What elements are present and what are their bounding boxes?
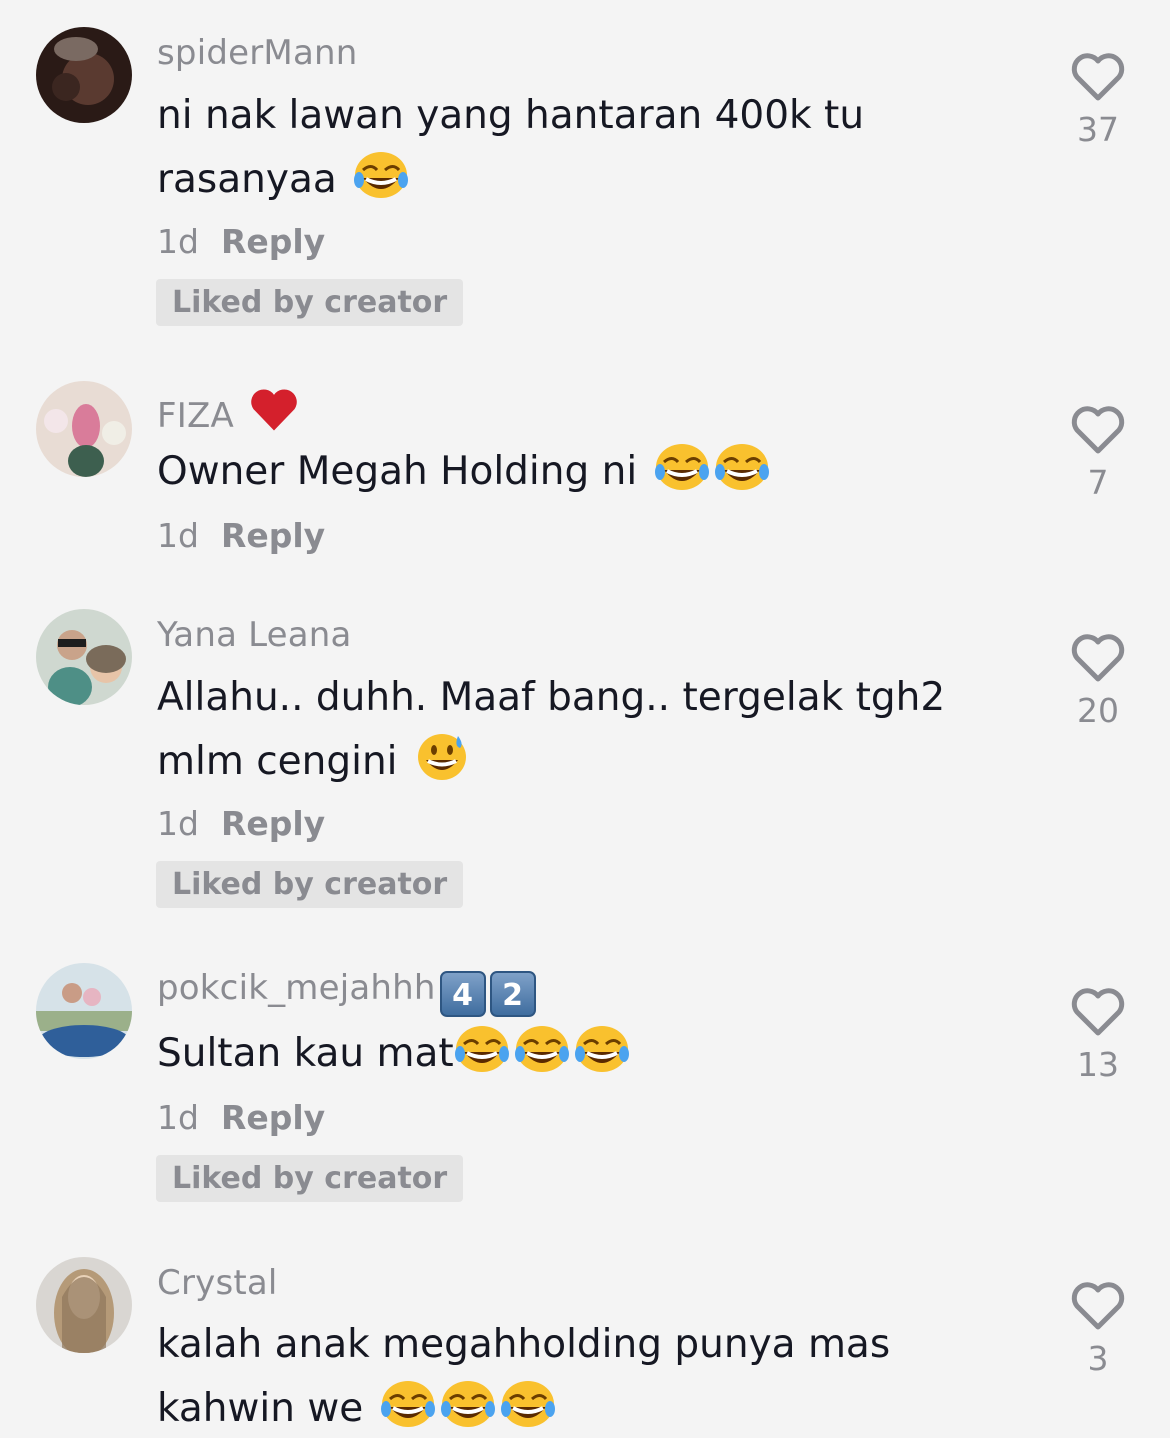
comment-text-line: kahwin we xyxy=(157,1377,1017,1438)
comment-username[interactable]: Yana Leana xyxy=(157,615,352,655)
like-count: 3 xyxy=(1087,1339,1109,1378)
like-area: 3 xyxy=(1060,1281,1136,1378)
comment-time: 1d xyxy=(157,222,199,261)
comment-text-fragment: Sultan kau mat xyxy=(157,1031,454,1076)
comment-username[interactable]: Crystal xyxy=(157,1263,278,1303)
user-avatar[interactable] xyxy=(36,963,132,1059)
comment-text-line: Allahu.. duhh. Maaf bang.. tergelak tgh2 xyxy=(157,675,946,720)
comment-username-text: FIZA xyxy=(157,396,234,436)
comment-text-fragment: mlm cengini xyxy=(157,739,398,784)
like-area: 7 xyxy=(1060,405,1136,502)
comment-text-fragment: Owner Megah Holding ni xyxy=(157,449,638,494)
like-count: 20 xyxy=(1077,691,1119,730)
comment-text-line: mlm cengini xyxy=(157,730,1017,794)
comment-text-line: rasanyaa xyxy=(157,148,1017,212)
comment-meta: 1d Reply xyxy=(157,516,325,555)
liked-by-creator-badge: Liked by creator xyxy=(156,861,464,908)
comment-text: Allahu.. duhh. Maaf bang.. tergelak tgh2… xyxy=(157,666,1017,794)
like-count: 37 xyxy=(1077,110,1119,149)
laughing-emoji-icon xyxy=(500,1379,556,1429)
user-avatar[interactable] xyxy=(36,609,132,705)
heart-outline-icon[interactable] xyxy=(1070,52,1126,102)
keycap-two-icon: 2 xyxy=(489,971,536,1017)
comment-username-text: pokcik_mejahhh xyxy=(157,968,436,1008)
comment-text-line: kalah anak megahholding punya mas xyxy=(157,1322,891,1367)
heart-outline-icon[interactable] xyxy=(1070,1281,1126,1331)
comment-text: Owner Megah Holding ni xyxy=(157,440,1017,504)
like-area: 20 xyxy=(1060,633,1136,730)
laughing-emoji-icon xyxy=(574,1024,630,1074)
laughing-emoji-icon xyxy=(454,1024,510,1074)
liked-by-creator-badge: Liked by creator xyxy=(156,279,464,326)
reply-button[interactable]: Reply xyxy=(221,804,325,843)
heart-outline-icon[interactable] xyxy=(1070,405,1126,455)
comment-text: Sultan kau mat xyxy=(157,1022,1017,1086)
laughing-emoji-icon xyxy=(380,1379,436,1429)
like-count: 13 xyxy=(1077,1045,1119,1084)
user-avatar[interactable] xyxy=(36,27,132,123)
keycap-four-icon: 4 xyxy=(439,971,486,1017)
reply-button[interactable]: Reply xyxy=(221,1098,325,1137)
comment-meta: 1d Reply xyxy=(157,222,325,261)
comment-time: 1d xyxy=(157,1098,199,1137)
comment-meta: 1d Reply xyxy=(157,804,325,843)
comment-time: 1d xyxy=(157,804,199,843)
laughing-emoji-icon xyxy=(714,442,770,492)
reply-button[interactable]: Reply xyxy=(221,516,325,555)
laughing-emoji-icon xyxy=(514,1024,570,1074)
heart-outline-icon[interactable] xyxy=(1070,987,1126,1037)
grinning-sweat-emoji-icon xyxy=(414,732,470,782)
liked-by-creator-badge: Liked by creator xyxy=(156,1155,464,1202)
comment-text-fragment: rasanyaa xyxy=(157,157,337,202)
reply-button[interactable]: Reply xyxy=(221,222,325,261)
user-avatar[interactable] xyxy=(36,1257,132,1353)
like-count: 7 xyxy=(1087,463,1109,502)
comment-text-fragment: kahwin we xyxy=(157,1386,364,1431)
user-avatar[interactable] xyxy=(36,381,132,477)
heart-outline-icon[interactable] xyxy=(1070,633,1126,683)
heart-icon xyxy=(249,387,299,433)
comment-text: kalah anak megahholding punya mas kahwin… xyxy=(157,1313,1017,1438)
laughing-emoji-icon xyxy=(353,150,409,200)
comment-meta: 1d Reply xyxy=(157,1098,325,1137)
comment-text-line: ni nak lawan yang hantaran 400k tu xyxy=(157,93,865,138)
comment-time: 1d xyxy=(157,516,199,555)
like-area: 37 xyxy=(1060,52,1136,149)
comment-username[interactable]: pokcik_mejahhh 4 2 xyxy=(157,968,536,1017)
like-area: 13 xyxy=(1060,987,1136,1084)
comment-username[interactable]: spiderMann xyxy=(157,33,358,73)
comment-text: ni nak lawan yang hantaran 400k tu rasan… xyxy=(157,84,1017,212)
laughing-emoji-icon xyxy=(654,442,710,492)
comment-username[interactable]: FIZA xyxy=(157,387,299,436)
laughing-emoji-icon xyxy=(440,1379,496,1429)
